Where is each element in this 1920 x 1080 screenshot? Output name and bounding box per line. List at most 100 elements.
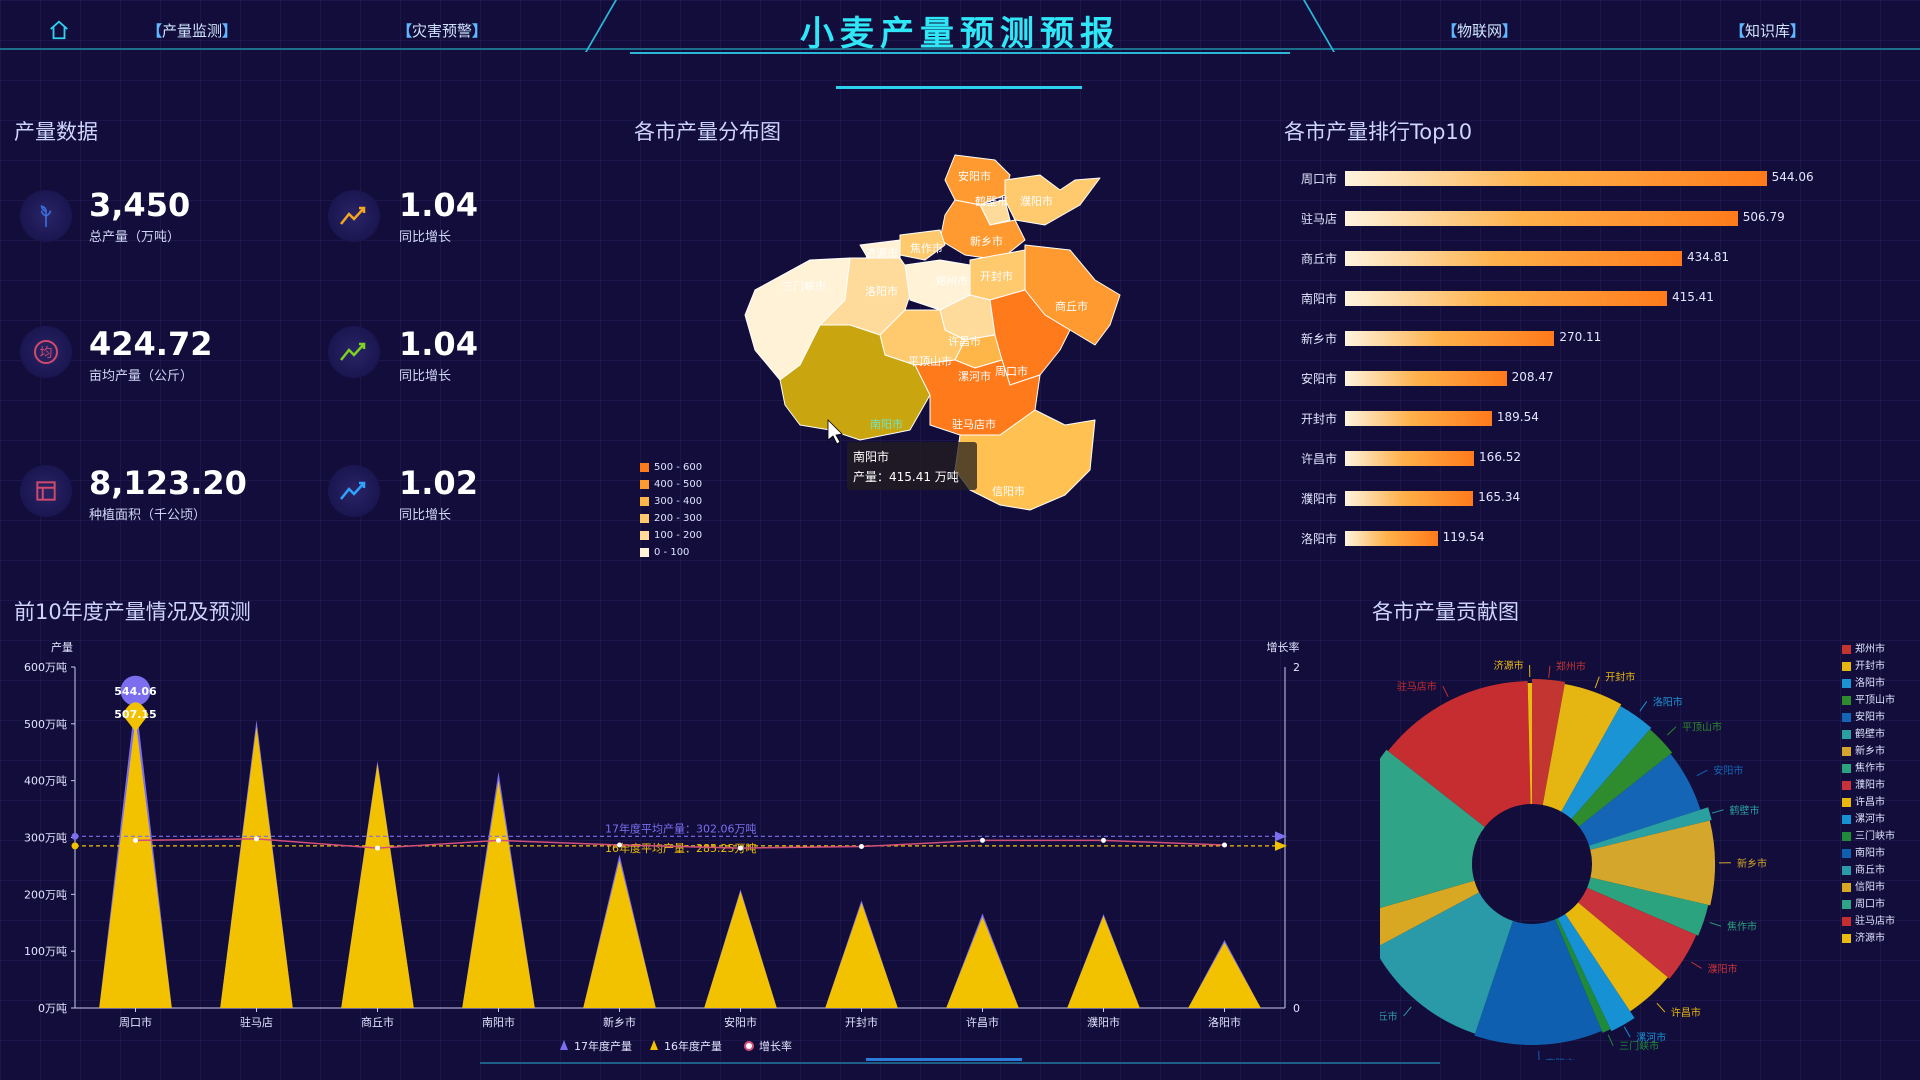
- pie-legend-item[interactable]: 鹤壁市: [1842, 725, 1885, 740]
- kpi-total-value: 3,450: [89, 186, 191, 224]
- pie-slice-label: 新乡市: [1737, 857, 1767, 870]
- pie-legend-item[interactable]: 安阳市: [1842, 708, 1885, 723]
- top10-value: 434.81: [1686, 250, 1729, 264]
- y-tick-label: 500万吨: [24, 718, 67, 731]
- top10-bar[interactable]: [1345, 291, 1667, 306]
- map-legend-item[interactable]: 400 - 500: [640, 479, 702, 490]
- app-title: 小麦产量预测预报: [800, 14, 1120, 54]
- y-tick-label: 300万吨: [24, 832, 67, 845]
- map-legend-item[interactable]: 500 - 600: [640, 462, 702, 473]
- growth-point[interactable]: [738, 845, 743, 851]
- top10-bar[interactable]: [1345, 491, 1474, 506]
- growth-point[interactable]: [980, 837, 985, 843]
- section-top10: 各市产量排行Top10: [1284, 120, 1473, 144]
- pie-legend-item[interactable]: 许昌市: [1842, 793, 1885, 808]
- pie-legend-item[interactable]: 郑州市: [1842, 640, 1885, 655]
- pie-slice-label: 许昌市: [1671, 1006, 1701, 1019]
- top10-bar[interactable]: [1345, 411, 1492, 426]
- legend-marker[interactable]: [560, 1040, 568, 1050]
- top10-value: 415.41: [1671, 290, 1714, 304]
- growth-point[interactable]: [859, 844, 864, 850]
- henan-map[interactable]: 安阳市 濮阳市 鹤壁市 新乡市 焦作市 济源市 三门峡市 洛阳市 郑州市 开封市…: [740, 150, 1140, 560]
- map-label-luoyang: 洛阳市: [865, 284, 898, 298]
- legend-label: 三门峡市: [1855, 831, 1895, 842]
- pie-legend-item[interactable]: 三门峡市: [1842, 827, 1895, 842]
- top10-bar[interactable]: [1345, 451, 1475, 466]
- pie-legend-item[interactable]: 新乡市: [1842, 742, 1885, 757]
- legend-swatch: [1842, 814, 1851, 824]
- avg-markline-label: 17年度平均产量：302.06万吨: [605, 821, 757, 835]
- nav-knowledge-base[interactable]: 【知识库】: [1730, 18, 1805, 44]
- top10-bar[interactable]: [1345, 531, 1438, 546]
- y2-tick-label: 2: [1293, 661, 1300, 674]
- map-legend-item[interactable]: 300 - 400: [640, 496, 702, 507]
- pie-slice-label: 洛阳市: [1653, 695, 1683, 708]
- pie-legend-item[interactable]: 平顶山市: [1842, 691, 1895, 706]
- x-tick-label: 濮阳市: [1087, 1015, 1120, 1029]
- legend-swatch: [1842, 695, 1851, 705]
- top10-bar[interactable]: [1345, 371, 1507, 386]
- bar-16[interactable]: [1188, 942, 1261, 1008]
- trend-up-icon: [328, 465, 380, 517]
- kpi-average-label: 亩均产量（公斤）: [89, 369, 194, 384]
- legend-swatch: [1842, 848, 1851, 858]
- pie-legend-item[interactable]: 开封市: [1842, 657, 1885, 672]
- avg-markline-start: [71, 832, 79, 840]
- bar-16[interactable]: [1067, 915, 1140, 1008]
- top10-bar[interactable]: [1345, 331, 1555, 346]
- growth-point[interactable]: [254, 836, 259, 842]
- pie-legend-item[interactable]: 驻马店市: [1842, 912, 1895, 927]
- pie-legend-item[interactable]: 南阳市: [1842, 844, 1885, 859]
- growth-point[interactable]: [375, 845, 380, 851]
- kpi-total-growth: 1.04: [399, 186, 478, 224]
- legend-marker[interactable]: [744, 1041, 754, 1051]
- growth-point[interactable]: [1222, 842, 1227, 848]
- trend-up-icon: [328, 326, 380, 378]
- bar-16[interactable]: [946, 917, 1019, 1008]
- pie-label-line: [1403, 1006, 1412, 1017]
- y-tick-label: 100万吨: [24, 945, 67, 958]
- nav-production-monitor[interactable]: 【产量监测】: [147, 18, 237, 44]
- top10-value: 166.52: [1479, 450, 1522, 464]
- bar-16[interactable]: [220, 726, 293, 1008]
- bar-16[interactable]: [462, 780, 535, 1008]
- pie-legend-item[interactable]: 漯河市: [1842, 810, 1885, 825]
- growth-point[interactable]: [496, 837, 501, 843]
- map-legend-item[interactable]: 0 - 100: [640, 547, 689, 558]
- pie-legend-item[interactable]: 洛阳市: [1842, 674, 1885, 689]
- growth-point[interactable]: [617, 842, 622, 848]
- growth-point[interactable]: [1101, 837, 1106, 843]
- bar-16[interactable]: [341, 763, 414, 1008]
- nav-iot[interactable]: 【物联网】: [1442, 18, 1517, 44]
- bar-16[interactable]: [583, 860, 656, 1008]
- kpi-area-value: 8,123.20: [89, 464, 247, 502]
- pie-legend-item[interactable]: 焦作市: [1842, 759, 1885, 774]
- pie-legend-item[interactable]: 周口市: [1842, 895, 1885, 910]
- home-icon[interactable]: [48, 19, 70, 41]
- top10-bar[interactable]: [1345, 211, 1738, 226]
- legend-swatch: [1842, 882, 1851, 892]
- top10-bar[interactable]: [1345, 171, 1767, 186]
- top10-city-label: 开封市: [1300, 412, 1337, 426]
- y-tick-label: 200万吨: [24, 888, 67, 901]
- pie-legend-item[interactable]: 商丘市: [1842, 861, 1885, 876]
- growth-point[interactable]: [133, 837, 138, 843]
- top10-bar[interactable]: [1345, 251, 1682, 266]
- y-tick-label: 600万吨: [24, 661, 67, 674]
- bar-16[interactable]: [99, 719, 172, 1008]
- bar-16[interactable]: [825, 902, 898, 1008]
- y2-axis-title: 增长率: [1267, 640, 1300, 654]
- pie-legend-item[interactable]: 濮阳市: [1842, 776, 1885, 791]
- legend-swatch: [1842, 678, 1851, 688]
- pie-legend-item[interactable]: 信阳市: [1842, 878, 1885, 893]
- kpi-area-growth: 1.02: [399, 464, 478, 502]
- legend-swatch: [1842, 644, 1851, 654]
- legend-marker[interactable]: [650, 1040, 658, 1050]
- nav-disaster-warning[interactable]: 【灾害预警】: [397, 18, 487, 44]
- map-legend-item[interactable]: 200 - 300: [640, 513, 702, 524]
- pie-legend-item[interactable]: 济源市: [1842, 929, 1885, 944]
- pie-slice-label: 焦作市: [1727, 920, 1757, 933]
- x-tick-label: 南阳市: [482, 1015, 515, 1029]
- bar-16[interactable]: [704, 891, 777, 1008]
- map-legend-item[interactable]: 100 - 200: [640, 530, 702, 541]
